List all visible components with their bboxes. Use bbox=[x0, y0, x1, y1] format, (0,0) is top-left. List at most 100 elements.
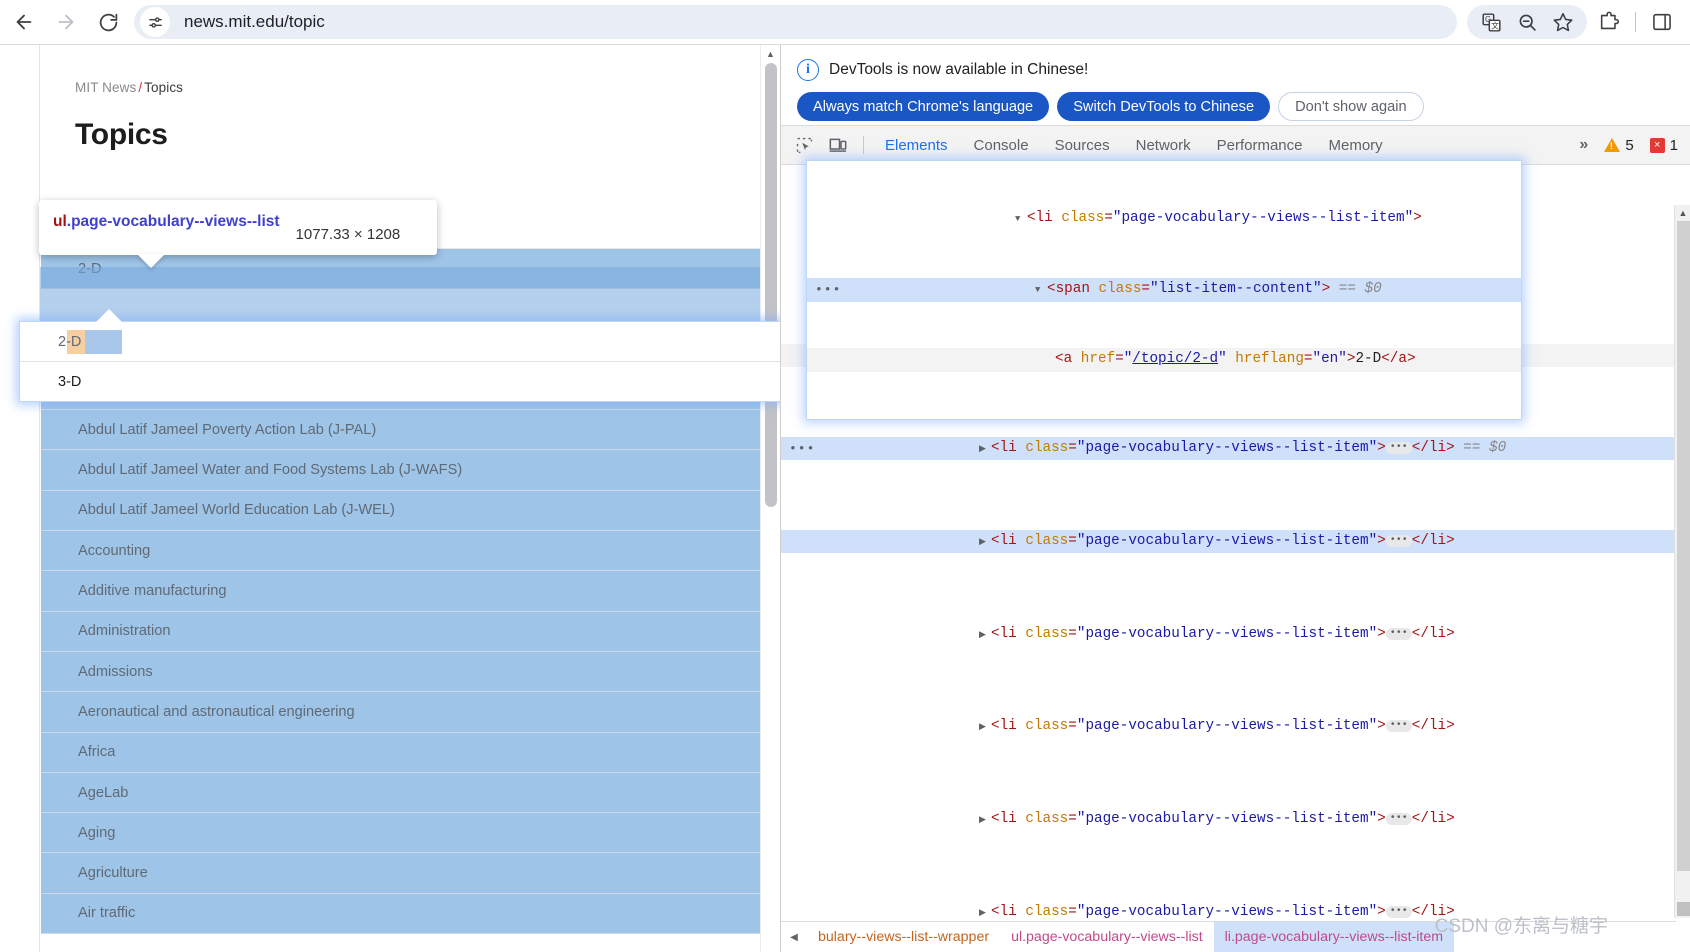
breadcrumb-right-edge bbox=[1676, 921, 1690, 952]
node-actions-icon[interactable]: ••• bbox=[815, 278, 841, 301]
tab-console[interactable]: Console bbox=[961, 126, 1042, 165]
bookmark-star-icon[interactable] bbox=[1545, 5, 1581, 39]
url-text[interactable]: news.mit.edu/topic bbox=[184, 12, 325, 32]
chevron-double-right-icon[interactable]: » bbox=[1569, 136, 1598, 154]
expanded-node-overlay[interactable]: ▼ <li class="page-vocabulary--views--list… bbox=[806, 160, 1522, 420]
expand-triangle-icon[interactable]: ▶ bbox=[979, 438, 991, 461]
side-panel-icon[interactable] bbox=[1644, 5, 1680, 39]
topic-label[interactable]: Air traffic bbox=[78, 905, 135, 921]
dom-node[interactable]: ▶ <li class="page-vocabulary--views--list… bbox=[781, 623, 1674, 646]
list-item[interactable]: Administration bbox=[41, 611, 760, 652]
list-item[interactable]: Additive manufacturing bbox=[41, 571, 760, 612]
list-item[interactable]: Abdul Latif Jameel World Education Lab (… bbox=[41, 490, 760, 532]
list-item[interactable]: Abdul Latif Jameel Poverty Action Lab (J… bbox=[41, 410, 760, 451]
topic-label[interactable]: Accounting bbox=[78, 543, 150, 559]
inspect-element-icon[interactable] bbox=[787, 130, 821, 160]
node-href-link[interactable]: /topic/2-d bbox=[1132, 351, 1218, 367]
extensions-puzzle-icon[interactable] bbox=[1591, 5, 1627, 39]
warning-count[interactable]: 5 bbox=[1604, 137, 1634, 154]
tab-elements[interactable]: Elements bbox=[872, 126, 961, 165]
error-count[interactable]: × 1 bbox=[1640, 137, 1678, 154]
topic-label[interactable]: Abdul Latif Jameel World Education Lab (… bbox=[78, 502, 395, 518]
banner-buttons: Always match Chrome's language Switch De… bbox=[797, 92, 1674, 121]
page-scrollbar-thumb[interactable] bbox=[765, 63, 777, 507]
topic-label[interactable]: 3-D bbox=[58, 374, 81, 390]
list-item[interactable]: Agriculture bbox=[41, 853, 760, 894]
collapsed-content-icon[interactable]: ••• bbox=[1385, 813, 1412, 826]
topic-label[interactable]: Abdul Latif Jameel Water and Food System… bbox=[78, 462, 462, 478]
topic-label[interactable]: Administration bbox=[78, 623, 170, 639]
breadcrumb-li[interactable]: li.page-vocabulary--views--list-item bbox=[1213, 922, 1455, 952]
list-item[interactable]: 2-D bbox=[20, 322, 780, 362]
topic-label[interactable]: Africa bbox=[78, 744, 115, 760]
address-bar[interactable]: news.mit.edu/topic bbox=[134, 5, 1457, 39]
browser-toolbar: news.mit.edu/topic G 文 bbox=[0, 0, 1690, 45]
tab-network[interactable]: Network bbox=[1123, 126, 1204, 165]
topic-label[interactable]: Aeronautical and astronautical engineeri… bbox=[78, 704, 355, 720]
node-actions-icon[interactable]: ••• bbox=[789, 437, 815, 460]
dom-node[interactable]: <a href="/topic/2-d" hreflang="en">2-D</… bbox=[807, 348, 1521, 373]
expand-triangle-icon[interactable]: ▼ bbox=[1035, 279, 1047, 302]
tab-sources[interactable]: Sources bbox=[1042, 126, 1123, 165]
topic-label[interactable]: Abdul Latif Jameel Poverty Action Lab (J… bbox=[78, 422, 376, 438]
devtools-scrollbar-thumb[interactable] bbox=[1677, 221, 1690, 871]
breadcrumb-wrapper-div[interactable]: bulary--views--list--wrapper bbox=[807, 922, 1000, 952]
tab-memory[interactable]: Memory bbox=[1316, 126, 1396, 165]
breadcrumb-separator: / bbox=[138, 80, 143, 95]
tooltip-pointer bbox=[137, 254, 165, 268]
list-item[interactable]: Aeronautical and astronautical engineeri… bbox=[41, 692, 760, 733]
collapsed-content-icon[interactable]: ••• bbox=[1385, 905, 1412, 918]
breadcrumb-ul[interactable]: ul.page-vocabulary--views--list bbox=[1000, 922, 1214, 952]
breadcrumb-root[interactable]: MIT News bbox=[75, 80, 136, 95]
zoom-out-icon[interactable] bbox=[1509, 5, 1545, 39]
topic-label[interactable]: Additive manufacturing bbox=[78, 583, 226, 599]
list-item[interactable]: Air traffic bbox=[41, 893, 760, 935]
dont-show-again-button[interactable]: Don't show again bbox=[1278, 92, 1424, 121]
devtools-vertical-scrollbar[interactable]: ▲ bbox=[1674, 205, 1690, 918]
list-item[interactable]: Abdul Latif Jameel Water and Food System… bbox=[41, 450, 760, 491]
dom-node[interactable]: ▶ <li class="page-vocabulary--views--list… bbox=[781, 808, 1674, 831]
always-match-language-button[interactable]: Always match Chrome's language bbox=[797, 92, 1050, 121]
scroll-down-arrow[interactable] bbox=[1677, 902, 1690, 916]
dom-node[interactable]: ••• ▶ <li class="page-vocabulary--views--l… bbox=[781, 437, 1674, 461]
expand-triangle-icon[interactable]: ▼ bbox=[1015, 208, 1027, 231]
dom-node[interactable]: ▼ <li class="page-vocabulary--views--list… bbox=[807, 207, 1521, 231]
expand-triangle-icon[interactable]: ▶ bbox=[979, 809, 991, 832]
scroll-up-arrow[interactable]: ▲ bbox=[761, 45, 780, 63]
forward-button[interactable] bbox=[48, 4, 84, 40]
translate-icon[interactable]: G 文 bbox=[1473, 5, 1509, 39]
collapsed-content-icon[interactable]: ••• bbox=[1385, 627, 1412, 640]
switch-to-chinese-button[interactable]: Switch DevTools to Chinese bbox=[1057, 92, 1271, 121]
list-item[interactable]: Admissions bbox=[41, 651, 760, 693]
list-item[interactable]: Aging bbox=[41, 813, 760, 854]
list-item[interactable]: AgeLab bbox=[41, 772, 760, 814]
collapsed-content-icon[interactable]: ••• bbox=[1385, 442, 1412, 454]
breadcrumb-scroll-left-icon[interactable]: ◀ bbox=[781, 922, 807, 952]
topic-label[interactable]: Aging bbox=[78, 825, 115, 841]
expand-triangle-icon[interactable]: ▶ bbox=[979, 716, 991, 739]
topic-label[interactable]: Admissions bbox=[78, 664, 153, 680]
device-toolbar-icon[interactable] bbox=[821, 130, 855, 160]
toolbar-divider bbox=[863, 136, 864, 154]
topic-label[interactable]: 2-D bbox=[58, 334, 81, 350]
omnibox-actions: G 文 bbox=[1467, 5, 1587, 39]
list-item[interactable]: Accounting bbox=[41, 531, 760, 572]
scroll-up-arrow[interactable]: ▲ bbox=[1675, 205, 1690, 221]
page-vertical-scrollbar[interactable]: ▲ bbox=[760, 45, 780, 952]
dom-node[interactable]: ▶ <li class="page-vocabulary--views--list… bbox=[781, 529, 1674, 554]
topic-label[interactable]: Agriculture bbox=[78, 865, 148, 881]
reload-button[interactable] bbox=[90, 4, 126, 40]
collapsed-content-icon[interactable]: ••• bbox=[1385, 720, 1412, 733]
back-button[interactable] bbox=[6, 4, 42, 40]
collapsed-content-icon[interactable]: ••• bbox=[1385, 534, 1412, 547]
topic-label[interactable]: AgeLab bbox=[78, 785, 128, 801]
list-item[interactable]: 3-D bbox=[20, 362, 780, 402]
site-settings-icon[interactable] bbox=[140, 7, 170, 37]
expand-triangle-icon[interactable]: ▶ bbox=[979, 902, 991, 918]
tab-performance[interactable]: Performance bbox=[1204, 126, 1316, 165]
list-item[interactable]: Africa bbox=[41, 732, 760, 773]
expand-triangle-icon[interactable]: ▶ bbox=[979, 531, 991, 554]
dom-node[interactable]: ▶ <li class="page-vocabulary--views--list… bbox=[781, 715, 1674, 738]
dom-node[interactable]: ••• ▼ <span class="list-item--content"> ==… bbox=[807, 277, 1521, 302]
expand-triangle-icon[interactable]: ▶ bbox=[979, 624, 991, 647]
